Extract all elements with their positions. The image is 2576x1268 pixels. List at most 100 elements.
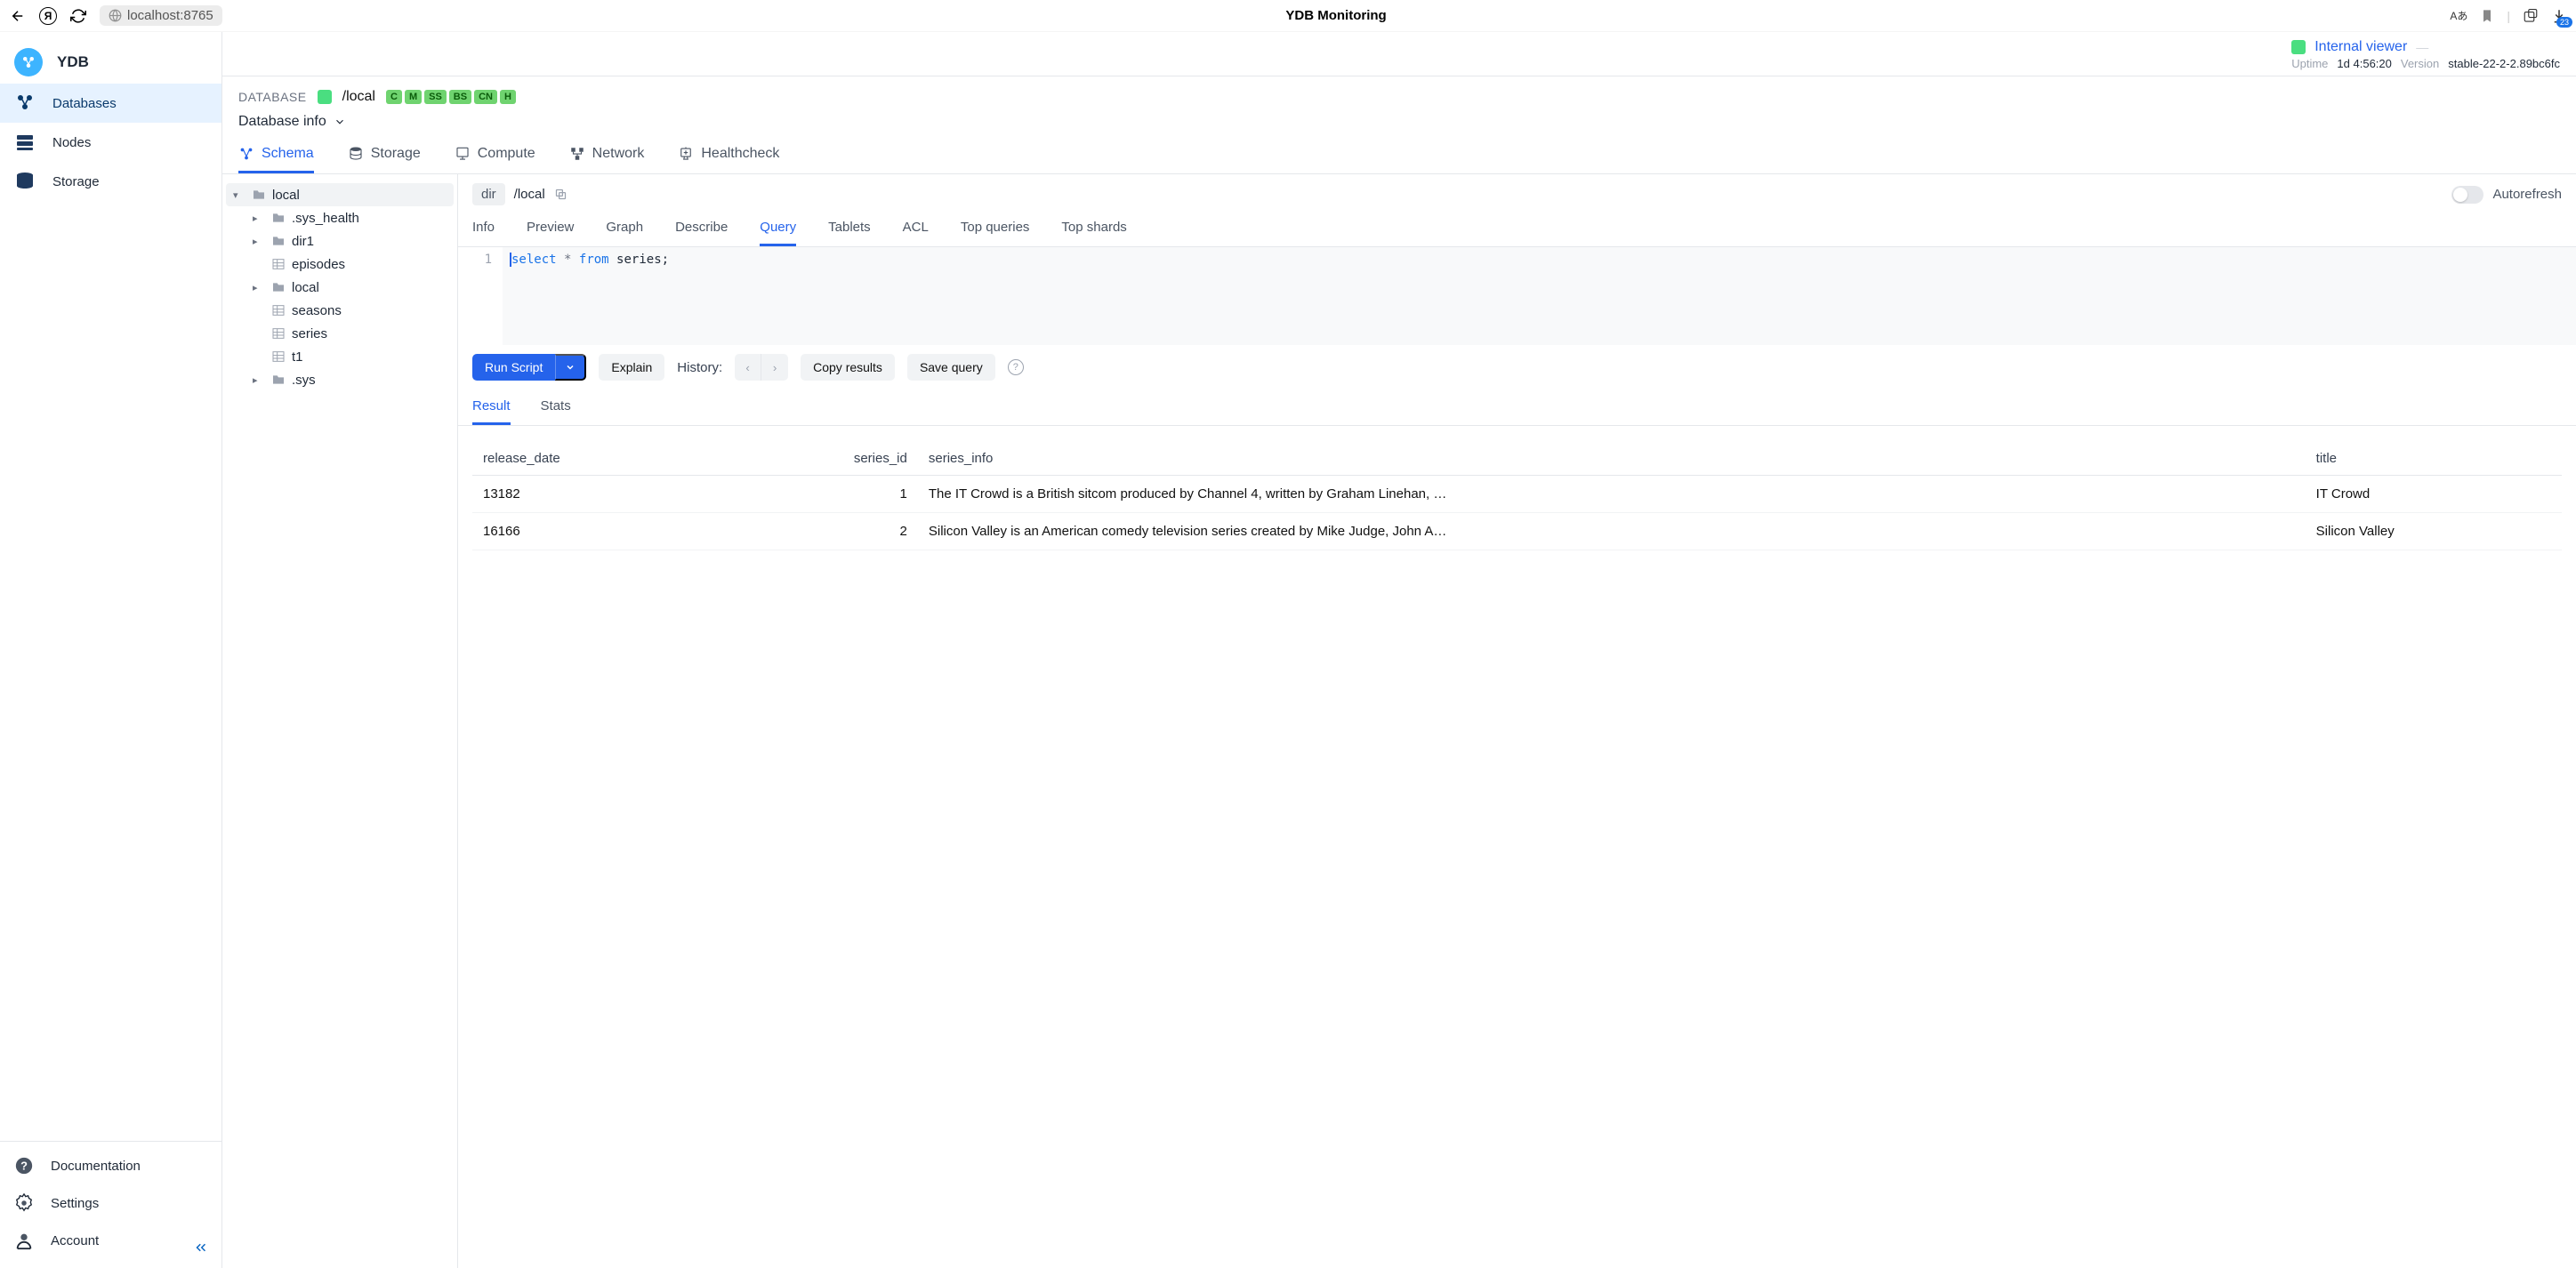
tab-healthcheck[interactable]: Healthcheck bbox=[678, 146, 779, 173]
sidebar-item-nodes[interactable]: Nodes bbox=[0, 123, 221, 162]
db-status-indicator bbox=[318, 90, 332, 104]
translate-icon[interactable]: Aあ bbox=[2450, 8, 2467, 23]
sidebar-item-label: Databases bbox=[52, 96, 117, 111]
version-label: Version bbox=[2401, 57, 2439, 70]
folder-icon bbox=[270, 210, 286, 226]
table-icon bbox=[270, 256, 286, 272]
tree-item[interactable]: episodes bbox=[246, 253, 454, 276]
tree-item[interactable]: series bbox=[246, 322, 454, 345]
run-script-button[interactable]: Run Script bbox=[472, 354, 555, 381]
tree-item-label: local bbox=[272, 188, 300, 203]
result-tabs: Result Stats bbox=[458, 389, 2576, 426]
result-tab-stats[interactable]: Stats bbox=[541, 398, 571, 425]
tree-item-label: t1 bbox=[292, 349, 303, 365]
downloads-icon[interactable]: 23 bbox=[2551, 8, 2567, 24]
query-editor[interactable]: 1 select * from series; bbox=[458, 247, 2576, 345]
autorefresh-toggle[interactable] bbox=[2451, 186, 2483, 204]
chevron-right-icon: ▸ bbox=[253, 282, 265, 293]
tab-label: Network bbox=[592, 146, 645, 162]
chevron-down-icon bbox=[334, 116, 346, 128]
save-query-button[interactable]: Save query bbox=[907, 354, 995, 381]
cell: 16166 bbox=[472, 513, 726, 550]
tab-storage[interactable]: Storage bbox=[348, 146, 421, 173]
copy-results-button[interactable]: Copy results bbox=[801, 354, 895, 381]
bookmark-icon[interactable] bbox=[2480, 9, 2494, 23]
tree-item[interactable]: ▸.sys_health bbox=[246, 206, 454, 229]
sidebar-item-settings[interactable]: Settings bbox=[0, 1184, 221, 1222]
table-row[interactable]: 131821The IT Crowd is a British sitcom p… bbox=[472, 476, 2562, 513]
editor-code[interactable]: select * from series; bbox=[503, 247, 2576, 345]
tab-network[interactable]: Network bbox=[569, 146, 645, 173]
sub-tab-graph[interactable]: Graph bbox=[606, 214, 643, 246]
address-bar[interactable]: localhost:8765 bbox=[100, 5, 222, 26]
sidebar-item-documentation[interactable]: ? Documentation bbox=[0, 1147, 221, 1184]
extensions-icon[interactable] bbox=[2523, 8, 2539, 24]
tree-item[interactable]: seasons bbox=[246, 299, 454, 322]
database-label: DATABASE bbox=[238, 90, 307, 104]
sidebar-item-label: Account bbox=[51, 1233, 99, 1248]
tab-compute[interactable]: Compute bbox=[455, 146, 535, 173]
db-tag: M bbox=[405, 90, 422, 104]
sidebar-item-account[interactable]: Account bbox=[0, 1222, 221, 1259]
tree-item[interactable]: t1 bbox=[246, 345, 454, 368]
back-button[interactable] bbox=[9, 7, 27, 25]
tree-item-label: series bbox=[292, 326, 327, 341]
result-table: release_dateseries_idseries_infotitle 13… bbox=[472, 442, 2562, 550]
top-header: Internal viewer — Uptime 1d 4:56:20 Vers… bbox=[222, 32, 2576, 76]
folder-icon bbox=[270, 279, 286, 295]
database-info-toggle[interactable]: Database info bbox=[238, 114, 2560, 130]
path-type-badge: dir bbox=[472, 183, 505, 205]
sub-tab-query[interactable]: Query bbox=[760, 214, 796, 246]
internal-viewer-link[interactable]: Internal viewer bbox=[2314, 39, 2407, 55]
sub-tab-tablets[interactable]: Tablets bbox=[828, 214, 871, 246]
result-tab-result[interactable]: Result bbox=[472, 398, 511, 425]
folder-icon bbox=[251, 187, 267, 203]
table-row[interactable]: 161662Silicon Valley is an American come… bbox=[472, 513, 2562, 550]
help-icon[interactable]: ? bbox=[1008, 359, 1024, 375]
column-header[interactable]: title bbox=[2306, 442, 2562, 476]
sub-tab-top-shards[interactable]: Top shards bbox=[1061, 214, 1126, 246]
tree-item[interactable]: ▸dir1 bbox=[246, 229, 454, 253]
sub-tab-preview[interactable]: Preview bbox=[527, 214, 574, 246]
db-tag: C bbox=[386, 90, 402, 104]
result-table-container: release_dateseries_idseries_infotitle 13… bbox=[458, 426, 2576, 566]
sidebar-item-storage[interactable]: Storage bbox=[0, 162, 221, 201]
history-next-button[interactable]: › bbox=[761, 354, 788, 381]
path-bar: dir /local Autorefresh bbox=[458, 174, 2576, 214]
history-prev-button[interactable]: ‹ bbox=[735, 354, 761, 381]
tree-root[interactable]: ▾ local bbox=[226, 183, 454, 206]
table-icon bbox=[270, 325, 286, 341]
tab-schema[interactable]: Schema bbox=[238, 146, 314, 173]
cell: 1 bbox=[726, 476, 918, 513]
collapse-sidebar-button[interactable] bbox=[193, 1240, 209, 1256]
tab-label: Schema bbox=[262, 146, 314, 162]
tree-item-label: .sys bbox=[292, 373, 316, 388]
autorefresh-label: Autorefresh bbox=[2492, 187, 2562, 202]
tree-item[interactable]: ▸.sys bbox=[246, 368, 454, 391]
db-tag: SS bbox=[424, 90, 447, 104]
run-script-dropdown[interactable] bbox=[555, 354, 586, 381]
folder-icon bbox=[270, 233, 286, 249]
copy-path-button[interactable] bbox=[554, 188, 568, 201]
explain-button[interactable]: Explain bbox=[599, 354, 664, 381]
cell: Silicon Valley bbox=[2306, 513, 2562, 550]
tree-item[interactable]: ▸local bbox=[246, 276, 454, 299]
column-header[interactable]: series_id bbox=[726, 442, 918, 476]
editor-gutter: 1 bbox=[458, 247, 503, 345]
sub-tab-top-queries[interactable]: Top queries bbox=[961, 214, 1030, 246]
brand-label: YDB bbox=[57, 53, 89, 71]
chevron-down-icon: ▾ bbox=[233, 189, 246, 201]
column-header[interactable]: series_info bbox=[918, 442, 2306, 476]
sub-tab-describe[interactable]: Describe bbox=[675, 214, 728, 246]
sub-tab-info[interactable]: Info bbox=[472, 214, 495, 246]
uptime-label: Uptime bbox=[2291, 57, 2328, 70]
brand[interactable]: YDB bbox=[0, 41, 221, 84]
yandex-icon[interactable]: Я bbox=[39, 7, 57, 25]
column-header[interactable]: release_date bbox=[472, 442, 726, 476]
page-title: YDB Monitoring bbox=[235, 8, 2438, 23]
path-value: /local bbox=[514, 187, 545, 202]
sub-tab-acl[interactable]: ACL bbox=[903, 214, 929, 246]
sidebar-item-databases[interactable]: Databases bbox=[0, 84, 221, 123]
reload-button[interactable] bbox=[69, 7, 87, 25]
cell: Silicon Valley is an American comedy tel… bbox=[918, 513, 2306, 550]
